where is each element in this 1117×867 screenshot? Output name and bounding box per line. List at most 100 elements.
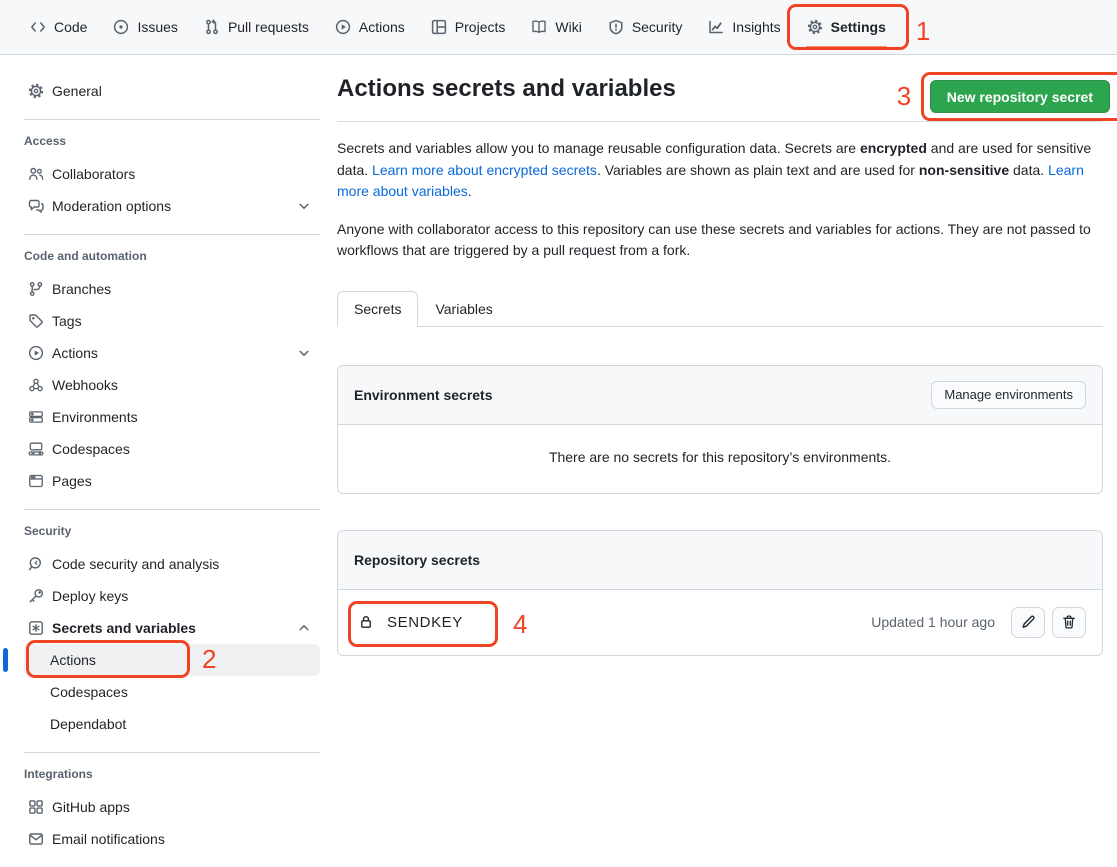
sidebar-item-moderation-options[interactable]: Moderation options — [24, 190, 320, 222]
tab-projects[interactable]: Projects — [421, 13, 516, 41]
key-icon — [28, 588, 44, 604]
server-icon — [28, 409, 44, 425]
comment-discussion-icon — [28, 198, 44, 214]
sidebar-item-label: Environments — [52, 409, 138, 425]
tab-variables[interactable]: Variables — [418, 291, 509, 327]
sidebar-item-label: General — [52, 83, 102, 99]
sidebar-item-webhooks[interactable]: Webhooks — [24, 369, 320, 401]
tag-icon — [28, 313, 44, 329]
gear-icon — [807, 19, 823, 35]
settings-sidebar: General Access Collaborators Moderation … — [0, 55, 337, 867]
sidebar-item-pages[interactable]: Pages — [24, 465, 320, 497]
secret-name: SENDKEY — [387, 614, 463, 631]
secret-name-area: SENDKEY 4 — [354, 614, 463, 631]
gear-icon — [28, 83, 44, 99]
tab-code[interactable]: Code — [20, 13, 97, 41]
sidebar-item-secrets-and-variables[interactable]: Secrets and variables — [24, 612, 320, 644]
sidebar-divider — [24, 752, 320, 753]
sidebar-item-label: Dependabot — [50, 716, 126, 732]
sidebar-item-label: Tags — [52, 313, 82, 329]
manage-environments-button[interactable]: Manage environments — [931, 381, 1086, 409]
apps-grid-icon — [28, 799, 44, 815]
git-pull-request-icon — [204, 19, 220, 35]
sidebar-item-label: Collaborators — [52, 166, 135, 182]
sidebar-item-label: Branches — [52, 281, 111, 297]
sidebar-item-email-notifications[interactable]: Email notifications — [24, 823, 320, 855]
tab-insights[interactable]: Insights — [698, 13, 790, 41]
secret-row: SENDKEY 4 Updated 1 hour ago — [338, 590, 1102, 655]
asterisk-box-icon — [28, 620, 44, 636]
intro-paragraph: Secrets and variables allow you to manag… — [337, 138, 1103, 203]
new-secret-button-area: New repository secret 3 — [930, 80, 1110, 113]
play-icon — [28, 345, 44, 361]
card-title: Environment secrets — [354, 387, 493, 403]
sidebar-item-label: Email notifications — [52, 831, 165, 847]
sidebar-item-collaborators[interactable]: Collaborators — [24, 158, 320, 190]
tab-label: Actions — [359, 19, 405, 35]
repository-secrets-card: Repository secrets SENDKEY 4 Updated 1 h… — [337, 530, 1103, 656]
tab-issues[interactable]: Issues — [103, 13, 187, 41]
tab-wiki[interactable]: Wiki — [521, 13, 591, 41]
sidebar-section-header-access: Access — [24, 134, 320, 148]
secret-row-actions: Updated 1 hour ago — [871, 607, 1086, 638]
tab-label: Insights — [732, 19, 780, 35]
new-repository-secret-button[interactable]: New repository secret — [930, 80, 1110, 113]
sidebar-item-label: Codespaces — [52, 441, 130, 457]
sidebar-item-github-apps[interactable]: GitHub apps — [24, 791, 320, 823]
delete-secret-button[interactable] — [1052, 607, 1086, 638]
sidebar-item-secrets-dependabot[interactable]: Dependabot — [24, 708, 320, 740]
sidebar-item-secrets-actions[interactable]: Actions 2 — [24, 644, 320, 676]
webhook-icon — [28, 377, 44, 393]
inline-link[interactable]: Learn more about encrypted secrets — [372, 162, 597, 178]
sidebar-section-header-security: Security — [24, 524, 320, 538]
sidebar-section-header-code-automation: Code and automation — [24, 249, 320, 263]
book-icon — [531, 19, 547, 35]
sidebar-item-actions[interactable]: Actions — [24, 337, 320, 369]
secrets-variables-tabnav: Secrets Variables — [337, 291, 1103, 327]
sidebar-item-label: Codespaces — [50, 684, 128, 700]
sidebar-item-label: Webhooks — [52, 377, 118, 393]
annotation-label-3: 3 — [897, 83, 911, 109]
code-icon — [30, 19, 46, 35]
sidebar-item-tags[interactable]: Tags — [24, 305, 320, 337]
tab-label: Security — [632, 19, 683, 35]
chevron-down-icon — [296, 345, 312, 361]
sidebar-item-codespaces[interactable]: Codespaces — [24, 433, 320, 465]
edit-secret-button[interactable] — [1011, 607, 1045, 638]
graph-icon — [708, 19, 724, 35]
sidebar-item-label: Code security and analysis — [52, 556, 219, 572]
tab-actions[interactable]: Actions — [325, 13, 415, 41]
tab-label: Code — [54, 19, 87, 35]
annotation-label-2: 2 — [202, 646, 216, 672]
main-content: Actions secrets and variables New reposi… — [337, 55, 1103, 656]
pencil-icon — [1020, 614, 1036, 630]
page-header: Actions secrets and variables New reposi… — [337, 55, 1103, 122]
sidebar-item-general[interactable]: General — [24, 75, 320, 107]
tab-security[interactable]: Security — [598, 13, 693, 41]
sidebar-item-environments[interactable]: Environments — [24, 401, 320, 433]
chevron-down-icon — [296, 198, 312, 214]
sidebar-item-label: Actions — [52, 345, 98, 361]
sidebar-item-label: Deploy keys — [52, 588, 128, 604]
lock-icon — [358, 614, 374, 630]
git-branch-icon — [28, 281, 44, 297]
tab-pull-requests[interactable]: Pull requests — [194, 13, 319, 41]
browser-icon — [28, 473, 44, 489]
tab-settings[interactable]: Settings 1 — [797, 13, 896, 41]
sidebar-item-secrets-codespaces[interactable]: Codespaces — [24, 676, 320, 708]
codescan-icon — [28, 556, 44, 572]
environment-secrets-card: Environment secrets Manage environments … — [337, 365, 1103, 494]
repository-secrets-header: Repository secrets — [338, 531, 1102, 590]
sidebar-divider — [24, 119, 320, 120]
tab-secrets[interactable]: Secrets — [337, 291, 418, 327]
tab-label: Settings — [831, 19, 886, 35]
sidebar-item-deploy-keys[interactable]: Deploy keys — [24, 580, 320, 612]
annotation-label-4: 4 — [513, 611, 527, 637]
annotation-label-1: 1 — [916, 18, 930, 44]
tab-label: Issues — [137, 19, 177, 35]
sidebar-item-branches[interactable]: Branches — [24, 273, 320, 305]
issue-opened-icon — [113, 19, 129, 35]
environment-secrets-empty-message: There are no secrets for this repository… — [338, 425, 1102, 493]
sidebar-item-code-security[interactable]: Code security and analysis — [24, 548, 320, 580]
tab-label: Projects — [455, 19, 506, 35]
